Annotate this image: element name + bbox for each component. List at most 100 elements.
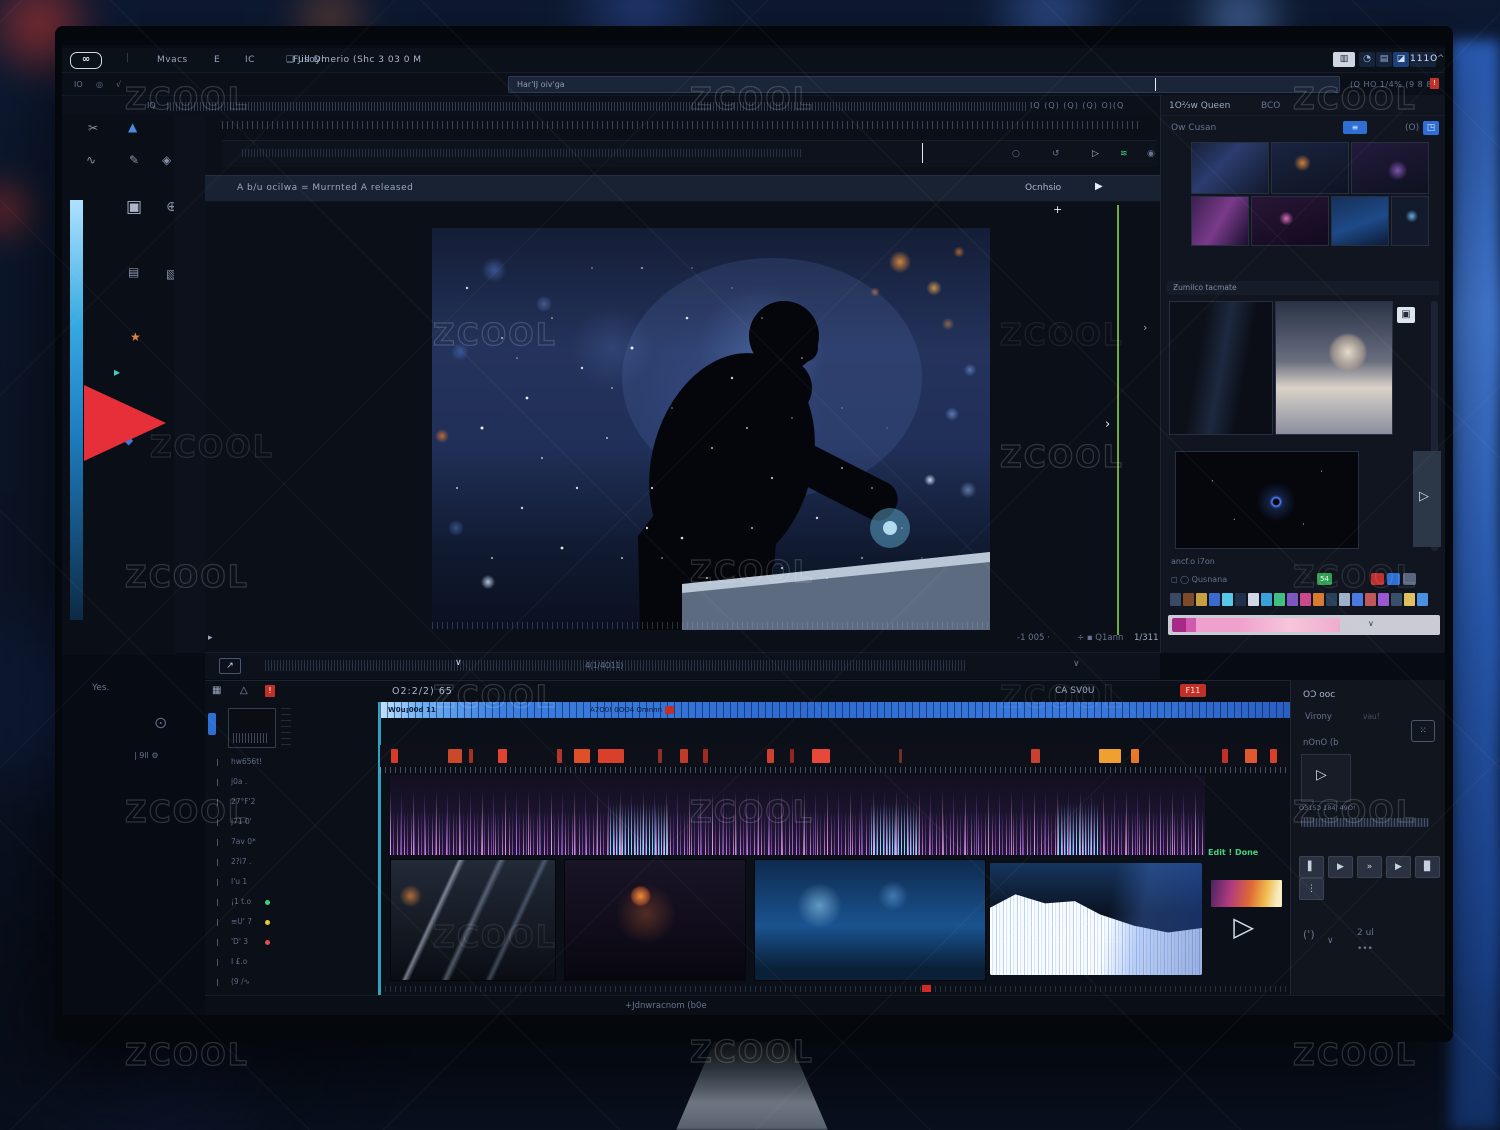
gear-row[interactable]: | 9ll ⚙ [134,751,159,760]
effect-chip[interactable] [1404,593,1415,606]
source-clip-space[interactable] [1175,451,1359,549]
track-row[interactable]: (9 /∿ [205,972,377,992]
frame-tool-icon[interactable]: ▣ [126,197,142,217]
effect-chip[interactable] [1261,593,1272,606]
bin-thumbnail[interactable] [1191,196,1249,246]
timeline-audio-clip[interactable] [990,863,1202,975]
effects-row-a[interactable]: ancf.o i7on [1171,557,1215,566]
clip-marker[interactable] [448,749,462,763]
frame-scroll-ticks[interactable] [432,622,990,629]
clock-icon[interactable]: ◔ [1359,52,1375,67]
effect-chip[interactable] [1274,593,1285,606]
effect-chip[interactable] [1326,593,1337,606]
gray-chip[interactable] [1403,573,1416,585]
clip-marker[interactable] [899,749,902,763]
clip-marker[interactable] [703,749,708,763]
play-icon[interactable]: ▷ [1092,149,1099,159]
spark-tool-icon[interactable]: ★ [130,330,141,344]
undo-icon[interactable]: ↺ [1052,149,1060,159]
pen-tool-icon[interactable]: ✎ [129,153,139,167]
new-bin-button[interactable]: ◳ [1423,121,1439,135]
bin-thumbnail[interactable] [1331,196,1389,246]
inspector-thumb[interactable]: ▷ [1301,754,1351,802]
search-input[interactable] [508,76,1340,93]
clip-marker[interactable] [790,749,794,763]
track-row[interactable]: I'u 1 [205,872,377,892]
effects-row-b[interactable]: ◻ ◯ Qusnana [1171,575,1227,584]
effect-chip[interactable] [1209,593,1220,606]
bin-label[interactable]: Ow Cusan [1171,123,1216,133]
ruler-ticks[interactable] [167,102,1027,111]
color-gradient-clip[interactable] [1211,880,1282,907]
clip-marker[interactable] [1270,749,1277,763]
transport-button[interactable]: ▌ [1299,856,1324,878]
inspector-slider[interactable] [1301,818,1429,827]
clip-marker[interactable] [498,749,507,763]
timeline-play-outline-icon[interactable]: ▶ [1234,913,1252,941]
effect-chip[interactable] [1352,593,1363,606]
corner-play-marker[interactable]: ▸ [208,633,213,643]
timeline-alert-badge[interactable]: ! [265,685,275,697]
bin-thumbnail[interactable] [1191,142,1269,194]
grid-view-icon[interactable]: ▥ [1333,52,1355,67]
track-select-pill[interactable] [208,713,216,735]
track-row[interactable]: hw656t! [205,752,377,772]
clip-marker[interactable] [1222,749,1228,763]
alert-badge[interactable]: ! [1430,78,1439,89]
track-row[interactable]: ≡U' 7 [205,912,377,932]
effect-chip[interactable] [1300,593,1311,606]
cut-tool-icon[interactable]: ✂ [88,121,98,135]
export-icon[interactable]: ↗ [219,658,241,674]
timeline-clip-1[interactable] [390,859,556,981]
effect-chip[interactable] [1339,593,1350,606]
audio-waveform-track[interactable] [390,775,1205,855]
panel-chevron-icon[interactable]: › [1143,321,1147,334]
source-clip-alley[interactable] [1169,301,1273,435]
red-chip[interactable] [1371,573,1384,585]
list-view-button[interactable]: ≡ [1343,121,1367,134]
pink-label-bar[interactable] [1172,618,1340,632]
next-chevron-icon[interactable]: › [1105,417,1110,432]
timeline-clip-2[interactable] [564,859,746,981]
panel-icon[interactable]: ▤ [1376,52,1392,67]
chevron-up-icon[interactable]: ^ [1437,54,1445,64]
app-logo[interactable]: ∞ [70,52,102,69]
record-chip[interactable]: F11 [1180,684,1206,697]
bin-thumbnail[interactable] [1251,196,1329,246]
bin-thumbnail[interactable] [1351,142,1429,194]
label-caret[interactable]: ∨ [1368,619,1374,628]
effect-chip[interactable] [1196,593,1207,606]
effect-chip[interactable] [1287,593,1298,606]
timeline-ruler[interactable]: W0u¡00d 11 A7O0! 0OO4 Omnnn [380,702,1290,718]
source-clip-person[interactable] [1275,301,1393,435]
dial-icon[interactable]: ⊙ [154,713,167,732]
timeline-clip-3[interactable] [754,859,986,981]
track-row[interactable]: 2?i7 . [205,852,377,872]
layout-icon[interactable]: ◪ [1393,52,1409,67]
bin-thumbnail[interactable] [1391,196,1429,246]
scrubber-playhead[interactable] [922,143,923,163]
clip-marker[interactable] [767,749,774,763]
loop-icon[interactable]: ○ [1012,149,1020,159]
more-dots-icon[interactable]: ••• [1357,944,1373,954]
clip-marker[interactable] [557,749,562,763]
video-frame[interactable] [432,228,990,630]
target-icon[interactable]: ◎ [96,80,103,89]
track-row[interactable]: j0a . [205,772,377,792]
effect-chip[interactable] [1365,593,1376,606]
clip-marker[interactable] [574,749,590,763]
effect-chip[interactable] [1170,593,1181,606]
effect-chip[interactable] [1417,593,1428,606]
layers-tool-icon[interactable]: ▤ [128,265,139,279]
track-monitor-thumb[interactable] [228,708,276,748]
mini-caret[interactable]: ∨ [1073,659,1080,669]
effect-chip[interactable] [1248,593,1259,606]
clip-marker[interactable] [1245,749,1257,763]
clip-marker[interactable] [598,749,624,763]
bin-thumbnail[interactable] [1271,142,1349,194]
wave-tool-icon[interactable]: ∿ [86,153,96,167]
timeline-grid-icon[interactable]: ▦ [212,685,221,696]
inspector-thumb-play-icon[interactable]: ▷ [1316,767,1327,783]
library-chip[interactable]: ▣ [1397,307,1415,323]
mask-tool-icon[interactable]: ◈ [162,153,171,167]
